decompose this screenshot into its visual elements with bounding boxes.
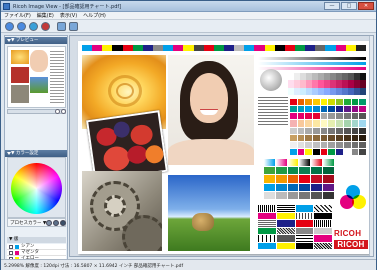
maximize-button[interactable]: □ bbox=[341, 2, 357, 10]
menu-edit[interactable]: 編集(E) bbox=[37, 12, 54, 19]
minimize-button[interactable]: — bbox=[324, 2, 340, 10]
status-text: 5.2998% 解像度 : 120dpi 寸法 : 16.5807 × 11.6… bbox=[4, 264, 184, 269]
close-button[interactable]: ✕ bbox=[358, 2, 374, 10]
fine-line-test-grid bbox=[258, 205, 332, 249]
status-bar: 5.2998% 解像度 : 120dpi 寸法 : 16.5807 × 11.6… bbox=[1, 259, 376, 270]
color-mode-select[interactable]: プロセスカラー ▼ bbox=[10, 220, 46, 226]
layer-checkbox[interactable] bbox=[9, 251, 13, 255]
layer-checkbox[interactable] bbox=[9, 245, 13, 249]
gradient-patch-grid bbox=[264, 159, 334, 199]
layer-color-swatch bbox=[15, 251, 19, 255]
color-icon[interactable] bbox=[29, 22, 38, 31]
ricoh-logo: RICOH bbox=[334, 229, 362, 238]
settings-icon[interactable] bbox=[41, 22, 50, 31]
canvas-vertical-scrollbar[interactable] bbox=[369, 36, 373, 256]
cyan-ramp bbox=[258, 62, 366, 65]
app-window: Ricoh Image View - [部品確認用チャート.pdf] — □ ✕… bbox=[0, 0, 377, 270]
save-icon[interactable] bbox=[17, 22, 26, 31]
zoom-in-icon[interactable] bbox=[61, 109, 66, 114]
menu-help[interactable]: ヘルプ(H) bbox=[83, 12, 106, 19]
portrait-photo bbox=[168, 55, 254, 165]
picker-option-icon[interactable] bbox=[46, 220, 52, 226]
color-mode-row: プロセスカラー ▼ bbox=[7, 218, 66, 227]
menu-view[interactable]: 表示(V) bbox=[60, 12, 77, 19]
color-wheel[interactable] bbox=[11, 163, 62, 214]
preview-section-header[interactable]: ▼ プレビュー bbox=[5, 37, 67, 44]
zoom-out-icon[interactable] bbox=[55, 109, 60, 114]
color-swatch-bar bbox=[82, 45, 366, 51]
cmyk-circles bbox=[340, 185, 366, 211]
thumbnail-pane[interactable] bbox=[7, 46, 66, 108]
toolbar bbox=[1, 20, 376, 33]
picker-option-icon[interactable] bbox=[53, 220, 59, 226]
back-icon[interactable] bbox=[57, 22, 66, 31]
window-title: Ricoh Image View - [部品確認用チャート.pdf] bbox=[13, 4, 122, 10]
text-sample-block bbox=[258, 97, 288, 127]
layer-section-header[interactable]: ▼ 版 bbox=[7, 237, 66, 243]
color-patch-grid bbox=[290, 99, 366, 155]
forward-icon[interactable] bbox=[69, 22, 78, 31]
ricoh-logo-boxed: RICOH bbox=[334, 240, 368, 249]
app-icon bbox=[3, 3, 10, 10]
document-page: RICOH RICOH bbox=[78, 41, 370, 254]
menu-file[interactable]: ファイル(F) bbox=[4, 12, 31, 19]
gray-sphere bbox=[260, 69, 282, 91]
neutral-patch-grid bbox=[288, 73, 366, 95]
gears-photo bbox=[82, 171, 162, 251]
open-icon[interactable] bbox=[5, 22, 14, 31]
landscape-photo bbox=[168, 175, 250, 251]
color-section-header[interactable]: ▼ カラー設定 bbox=[5, 150, 67, 157]
layer-color-swatch bbox=[15, 245, 19, 249]
menu-bar: ファイル(F) 編集(E) 表示(V) ヘルプ(H) bbox=[1, 12, 376, 20]
left-panel: ▼ プレビュー ▼ カラー設定 プロセスカラー ▼ ▼ 版 シアン マゼンタ bbox=[4, 35, 68, 262]
gray-ramp bbox=[258, 57, 366, 60]
picker-option-icon[interactable] bbox=[60, 220, 66, 226]
title-bar[interactable]: Ricoh Image View - [部品確認用チャート.pdf] — □ ✕ bbox=[1, 1, 376, 12]
document-canvas[interactable]: RICOH RICOH bbox=[69, 35, 374, 257]
